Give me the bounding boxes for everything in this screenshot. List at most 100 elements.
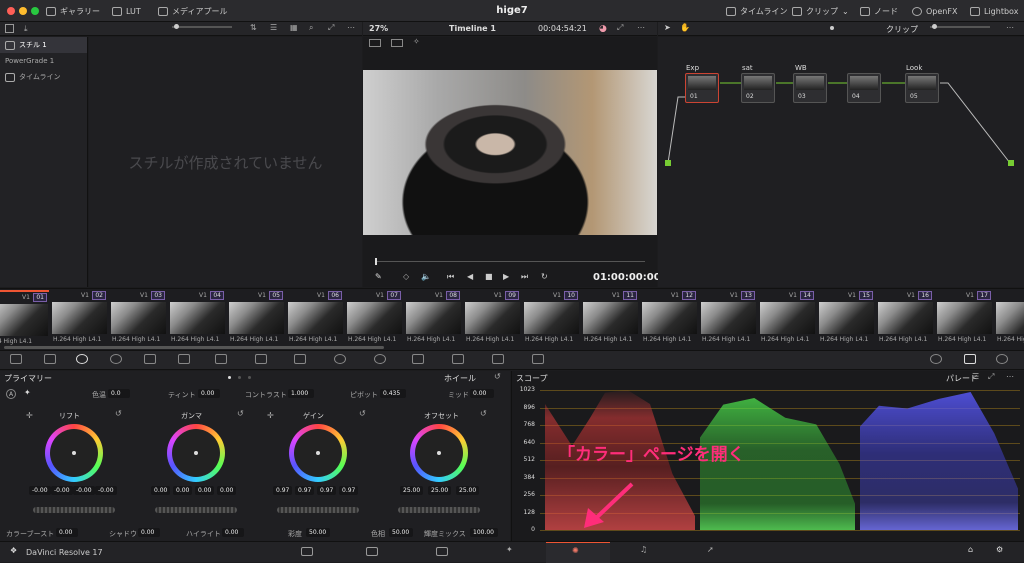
clip-thumbnail[interactable]: V1 17 H.264 High L4.1 [936,290,993,346]
wheel-value[interactable]: -0.00 [95,486,117,495]
go-to-end-icon[interactable]: ⏭ [521,272,528,282]
tint-value[interactable]: 0.00 [198,389,220,398]
wheel-center-handle[interactable] [316,451,320,455]
node-mode-selector[interactable]: クリップ [886,24,918,35]
saturation-value[interactable]: 50.00 [306,528,330,537]
motion-effects-icon[interactable] [178,354,190,364]
wheel-value[interactable]: 0.00 [173,486,193,495]
node-02[interactable]: 02 [741,73,775,103]
scope-settings-icon[interactable]: ☰ [972,372,979,381]
lightbox-tab[interactable]: Lightbox [970,0,1018,22]
wheel-value[interactable]: 25.00 [456,486,480,495]
lum-mix-value[interactable]: 100.00 [470,528,498,537]
scope-more-icon[interactable]: ⋯ [1006,372,1014,381]
node-04[interactable]: 04 [847,73,881,103]
wheel-value[interactable]: 0.00 [151,486,171,495]
timeline-selector[interactable]: Timeline 1 [449,24,496,33]
info-icon[interactable] [996,354,1008,364]
node-05[interactable]: 05 [905,73,939,103]
list-view-icon[interactable]: ☰ [270,23,277,32]
search-icon[interactable]: ⌕ [309,23,313,33]
wheel-center-handle[interactable] [194,451,198,455]
scope-expand-icon[interactable]: ⤢ [988,372,994,382]
clip-thumbnail[interactable]: V1 10 H.264 High L4.1 [523,290,580,346]
clip-thumbnail[interactable]: V1 09 H.264 High L4.1 [464,290,521,346]
clip-thumbnail[interactable]: V118H.264 High L4.1 [995,290,1024,346]
color-wheel[interactable] [410,424,468,482]
page-dot[interactable] [248,376,251,379]
clip-thumbnail[interactable]: V1 13 H.264 High L4.1 [700,290,757,346]
eyedropper-icon[interactable]: ✎ [375,272,382,281]
layer-icon[interactable]: ◇ [403,272,409,281]
cut-page-icon[interactable] [366,547,378,556]
clip-thumbnail[interactable]: V1 02 H.264 High L4.1 [51,290,108,346]
clip-thumbnail[interactable]: V1 03 H.264 High L4.1 [110,290,167,346]
timeline-tab[interactable]: タイムライン [726,0,787,22]
node-03[interactable]: 03 [793,73,827,103]
gallery-item-still-1[interactable]: スチル 1 [0,37,87,53]
node-zoom-handle[interactable] [932,24,937,29]
stop-icon[interactable]: ■ [485,272,493,281]
key-icon[interactable] [452,354,464,364]
crosshair-icon[interactable]: ✛ [26,411,33,420]
wheel-value[interactable]: 0.00 [195,486,215,495]
wheel-center-handle[interactable] [437,451,441,455]
wheel-reset-icon[interactable]: ↺ [480,409,487,418]
wheel-value[interactable]: 0.00 [217,486,237,495]
color-wheels-icon[interactable] [76,354,88,364]
clip-strip-scrollbar[interactable] [4,346,384,349]
viewer-more-icon[interactable]: ⋯ [637,23,645,32]
master-wheel-slider[interactable] [33,507,115,513]
play-icon[interactable]: ▶ [503,272,509,281]
wheel-value[interactable]: -0.00 [73,486,95,495]
playhead[interactable] [375,258,377,265]
lightbox-toggle-icon[interactable] [930,354,942,364]
clip-thumbnail[interactable]: V1 08 H.264 High L4.1 [405,290,462,346]
wheel-reset-icon[interactable]: ↺ [115,409,122,418]
fullscreen-icon[interactable]: ⤢ [617,23,623,33]
camera-raw-icon[interactable] [10,354,22,364]
fusion-page-icon[interactable]: ✦ [506,545,513,554]
settings-gear-icon[interactable]: ⚙ [996,545,1003,554]
wheel-value[interactable]: -0.00 [51,486,73,495]
zoom-slider-handle[interactable] [174,24,179,29]
curves-icon[interactable] [215,354,227,364]
clip-thumbnail[interactable]: V1 15 H.264 High L4.1 [818,290,875,346]
color-boost-value[interactable]: 0.00 [56,528,78,537]
wipe-icon[interactable] [391,39,403,47]
clip-thumbnail[interactable]: V1 14 H.264 High L4.1 [759,290,816,346]
clip-thumbnail[interactable]: V1 04 H.264 High L4.1 [169,290,226,346]
sizing-icon[interactable] [492,354,504,364]
go-to-start-icon[interactable]: ⏮ [447,272,454,282]
output-node[interactable] [1008,160,1014,166]
media-pool-tab[interactable]: メディアプール [158,0,227,22]
clip-thumbnail[interactable]: V1 05 H.264 High L4.1 [228,290,285,346]
clip-thumbnail[interactable]: V1 07 H.264 High L4.1 [346,290,403,346]
node-tab[interactable]: ノード [860,0,898,22]
lut-tab[interactable]: LUT [112,0,141,22]
fairlight-page-icon[interactable]: ♫ [640,545,647,554]
more-options-icon[interactable]: ⋯ [347,23,355,32]
color-wheel[interactable] [45,424,103,482]
reverse-play-icon[interactable]: ◀ [467,272,473,281]
pivot-value[interactable]: 0.435 [380,389,406,398]
sidebar-toggle-icon[interactable] [5,24,14,33]
openfx-tab[interactable]: OpenFX [912,0,957,22]
gallery-item-timeline[interactable]: タイムライン [0,69,87,85]
hue-value[interactable]: 0.0 [108,389,130,398]
color-wheel[interactable] [289,424,347,482]
hand-icon[interactable]: ✋ [680,23,690,32]
source-input-node[interactable] [665,160,671,166]
hdr-wheels-icon[interactable] [110,354,122,364]
auto-balance-icon[interactable]: A [6,389,16,399]
clip-thumbnail[interactable]: V101 64 High L4.1 [0,290,49,346]
maximize-window-button[interactable] [31,7,39,15]
scopes-icon[interactable] [964,354,976,364]
close-window-button[interactable] [7,7,15,15]
tracker-icon[interactable] [374,354,386,364]
3d-icon[interactable] [532,354,544,364]
expand-icon[interactable]: ⤢ [328,23,334,33]
window-icon[interactable] [334,354,346,364]
master-wheel-slider[interactable] [277,507,359,513]
magic-wand-icon[interactable]: ✦ [24,388,31,397]
